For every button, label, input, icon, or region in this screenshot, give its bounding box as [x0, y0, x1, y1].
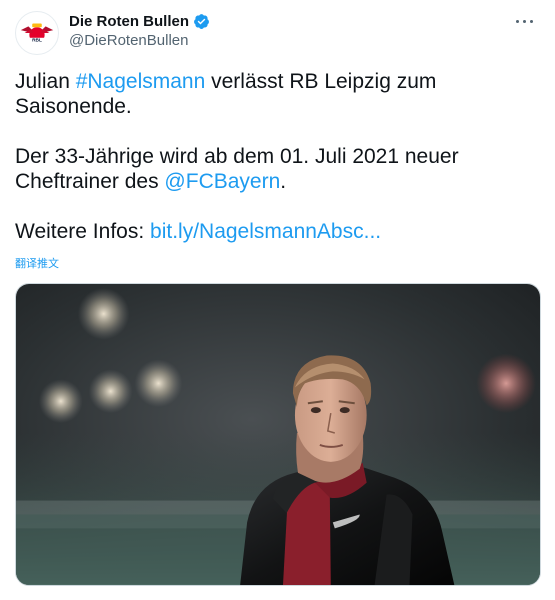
tweet-text: Julian #Nagelsmann verlässt RB Leipzig z…	[15, 69, 535, 244]
tweet-photo[interactable]	[15, 283, 541, 586]
verified-badge-icon	[193, 13, 210, 30]
photo-image	[16, 284, 540, 585]
hashtag-link[interactable]: #Nagelsmann	[76, 70, 206, 93]
rb-leipzig-logo-icon: RBL	[17, 13, 57, 53]
tweet-text-paragraph-3: Weitere Infos: bit.ly/NagelsmannAbsc...	[15, 219, 535, 244]
tweet-text-paragraph-2: Der 33-Jährige wird ab dem 01. Juli 2021…	[15, 144, 535, 194]
mention-link[interactable]: @FCBayern	[164, 170, 280, 193]
svg-text:RBL: RBL	[32, 38, 42, 44]
text-segment: Weitere Infos:	[15, 220, 151, 243]
more-options-icon[interactable]	[511, 11, 537, 31]
url-link[interactable]: bit.ly/NagelsmannAbsc...	[150, 220, 381, 243]
tweet-card: RBL Die Roten Bullen @DieRotenBullen Jul…	[0, 0, 555, 600]
tweet-text-paragraph-1: Julian #Nagelsmann verlässt RB Leipzig z…	[15, 69, 535, 119]
author-name-row: Die Roten Bullen	[69, 13, 210, 30]
author-display-name[interactable]: Die Roten Bullen	[69, 13, 189, 30]
text-segment: Julian	[15, 70, 76, 93]
author-handle[interactable]: @DieRotenBullen	[69, 32, 188, 49]
avatar[interactable]: RBL	[15, 11, 59, 55]
text-segment: .	[280, 170, 287, 193]
translate-tweet-link[interactable]: 翻译推文	[15, 255, 59, 271]
